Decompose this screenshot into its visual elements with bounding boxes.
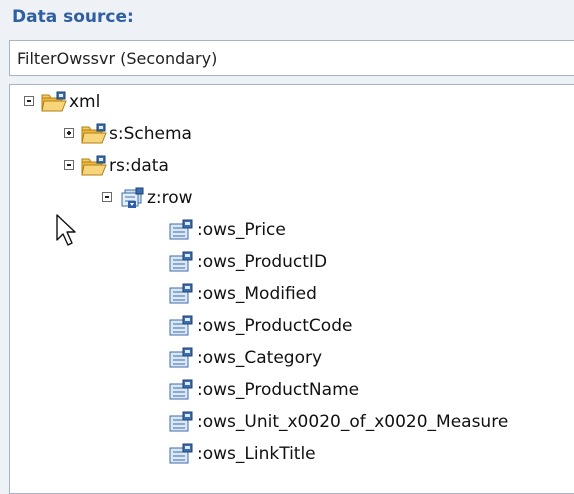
tree-node-field[interactable]: :ows_ProductCode [168,315,468,339]
field-lock-icon [168,251,194,277]
field-lock-icon [168,411,194,437]
data-source-tree[interactable]: xml s:Schema rs:data z:row:ows_Price:o… [9,84,574,494]
data-source-value: FilterOwssvr (Secondary) [17,49,218,68]
field-lock-icon [168,315,194,341]
tree-node-xml[interactable]: xml [24,91,144,115]
collapse-icon[interactable] [24,96,34,106]
tree-node-field[interactable]: :ows_Modified [168,283,468,307]
tree-node-schema[interactable]: s:Schema [64,123,244,147]
tree-node-label: s:Schema [109,124,192,144]
tree-node-label: :ows_LinkTitle [197,444,316,464]
tree-node-label: :ows_Modified [197,284,317,304]
collapse-icon[interactable] [102,192,112,202]
field-lock-icon [168,283,194,309]
collapse-icon[interactable] [64,160,74,170]
tree-node-field[interactable]: :ows_LinkTitle [168,443,468,467]
folder-lock-icon [81,155,107,181]
tree-node-field[interactable]: :ows_ProductID [168,251,468,275]
tree-node-label: xml [69,92,101,112]
tree-node-label: :ows_ProductCode [197,316,353,336]
field-lock-icon [168,219,194,245]
tree-node-field[interactable]: :ows_Unit_x0020_of_x0020_Measure [168,411,574,435]
data-source-combo[interactable]: FilterOwssvr (Secondary) [9,40,574,76]
tree-node-label: rs:data [109,156,169,176]
tree-node-label: :ows_Category [197,348,323,368]
tree-node-label: :ows_ProductName [197,380,360,400]
field-lock-icon [168,379,194,405]
tree-node-z-row[interactable]: z:row [102,187,262,211]
tree-node-label: :ows_Price [197,220,286,240]
field-lock-icon [168,443,194,469]
tree-node-label: z:row [147,188,193,208]
tree-node-field[interactable]: :ows_ProductName [168,379,468,403]
folder-lock-icon [41,91,67,117]
tree-node-field[interactable]: :ows_Category [168,347,468,371]
tree-node-label: :ows_ProductID [197,252,328,272]
tree-node-field[interactable]: :ows_Price [168,219,468,243]
repeating-group-icon [119,187,145,213]
mouse-cursor-icon [56,214,78,252]
data-source-label: Data source: [12,7,134,27]
tree-node-rs-data[interactable]: rs:data [64,155,244,179]
field-lock-icon [168,347,194,373]
tree-node-label: :ows_Unit_x0020_of_x0020_Measure [197,412,509,432]
expand-icon[interactable] [64,128,74,138]
folder-lock-icon [81,123,107,149]
